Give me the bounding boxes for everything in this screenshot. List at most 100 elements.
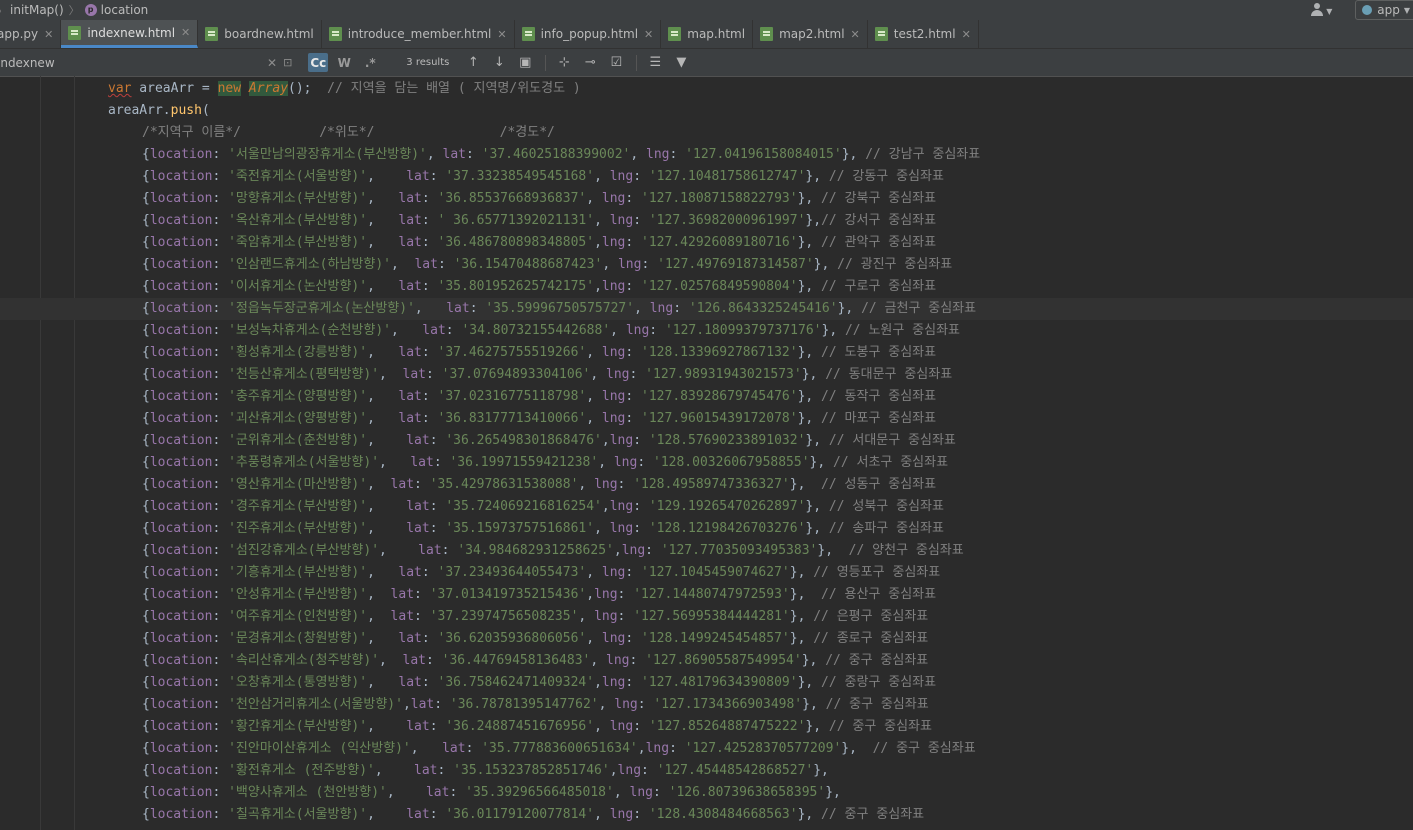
punctuation-token: : (212, 191, 229, 206)
comment-token: // 종로구 중심좌표 (805, 631, 929, 646)
code-line: {location: '천등산휴게소(평택방향)', lat: '37.0769… (0, 364, 1413, 386)
punctuation-token: , (410, 741, 443, 756)
remove-occurrence-icon[interactable]: ⊸ (580, 55, 600, 70)
punctuation-token: : (633, 521, 649, 536)
field-token: lat (406, 521, 430, 536)
filter-settings-icon[interactable]: ☰ (645, 55, 665, 70)
punctuation-token: : (414, 609, 430, 624)
close-icon[interactable]: ✕ (44, 28, 53, 41)
code-line: {location: '안성휴게소(부산방향)', lat: '37.01341… (0, 584, 1413, 606)
punctuation-token: : (429, 807, 446, 822)
search-input[interactable] (0, 55, 257, 70)
breadcrumb-item-initmap[interactable]: 〉 initMap() (0, 3, 64, 18)
code-line: {location: '옥산휴게소(부산방향)', lat: ' 36.6577… (0, 210, 1413, 232)
field-token: lng (609, 213, 634, 228)
close-icon[interactable]: ✕ (962, 28, 971, 41)
whole-words-toggle[interactable]: W (334, 53, 354, 72)
arrow-down-icon[interactable]: ↓ (489, 55, 509, 70)
brace-token: { (142, 719, 150, 734)
punctuation-token: }, (805, 521, 822, 536)
punctuation-token: , (634, 301, 650, 316)
field-token: location (149, 543, 213, 558)
tab-test2-html[interactable]: test2.html ✕ (868, 20, 979, 48)
punctuation-token: , (610, 323, 626, 338)
punctuation-token: , (630, 147, 647, 162)
field-token: location (149, 323, 213, 338)
punctuation-token: , (367, 719, 407, 734)
string-token: '36.85537668936837' (437, 191, 587, 206)
brace-token: { (142, 455, 150, 470)
add-occurrence-icon[interactable]: ⊹ (554, 55, 574, 70)
tab-map-html[interactable]: map.html (661, 20, 754, 48)
punctuation-token: : (669, 147, 686, 162)
close-icon[interactable]: ✕ (851, 28, 860, 41)
field-token: location (149, 609, 213, 624)
run-configuration-select[interactable]: app ▼ (1355, 0, 1413, 20)
string-token: ' 36.65771392021131' (437, 213, 595, 228)
code-line: {location: '정읍녹두장군휴게소(논산방향)', lat: '35.5… (0, 298, 1413, 320)
punctuation-token: , (367, 521, 407, 536)
field-token: location (149, 367, 213, 382)
code-editor[interactable]: var areaArr = new Array(); // 지역을 담는 배열 … (0, 78, 1413, 830)
string-token: '천안삼거리휴게소(서울방향)' (228, 697, 403, 712)
punctuation-token: , (594, 213, 610, 228)
tab-app-py[interactable]: app.py ✕ (0, 20, 62, 48)
punctuation-token: : (212, 235, 229, 250)
brace-token: { (142, 367, 150, 382)
field-token: location (149, 213, 213, 228)
field-token: lat (398, 213, 422, 228)
string-token: '36.15470488687423' (453, 257, 603, 272)
tab-map2-html[interactable]: map2.html ✕ (753, 20, 868, 48)
breadcrumb-item-location[interactable]: p location (84, 3, 148, 17)
punctuation-token: , (637, 741, 646, 756)
close-icon[interactable]: ✕ (181, 26, 190, 39)
tab-info-popup-html[interactable]: info_popup.html ✕ (515, 20, 662, 48)
identifier-token: areaArr. (108, 103, 171, 118)
regex-toggle[interactable]: .* (360, 53, 380, 72)
filter-icon[interactable]: ▼ (671, 55, 691, 70)
arrow-up-icon[interactable]: ↑ (463, 55, 483, 70)
punctuation-token: : (212, 631, 229, 646)
match-case-toggle[interactable]: Cc (308, 53, 329, 72)
tab-introduce-member-html[interactable]: introduce_member.html ✕ (322, 20, 515, 48)
punctuation-token: : (421, 565, 438, 580)
punctuation-token: : (617, 477, 634, 492)
punctuation-token: , (367, 279, 399, 294)
user-account-icon[interactable]: ▼ (1309, 2, 1332, 18)
punctuation-token: : (421, 389, 438, 404)
close-icon[interactable]: ✕ (497, 28, 506, 41)
comment-token: // 도봉구 중심좌표 (813, 345, 937, 360)
punctuation-token: : (633, 213, 649, 228)
field-token: location (149, 235, 213, 250)
punctuation-token: , (594, 807, 610, 822)
punctuation-token: : (421, 411, 438, 426)
clear-search-icon[interactable]: ✕ (267, 56, 277, 70)
comment-token: // 강남구 중심좌표 (857, 147, 981, 162)
string-token: '충주휴게소(양평방향)' (228, 389, 368, 404)
select-all-occurrences-icon[interactable]: ☑ (606, 55, 626, 70)
open-in-window-icon[interactable]: ▣ (515, 55, 535, 70)
punctuation-token: , (390, 257, 415, 272)
tab-boardnew-html[interactable]: boardnew.html (198, 20, 322, 48)
string-token: '127.18087158822793' (641, 191, 798, 206)
field-token: lat (398, 345, 422, 360)
tab-indexnew-html[interactable]: indexnew.html ✕ (61, 20, 199, 48)
punctuation-token: , (586, 587, 595, 602)
punctuation-token: : (433, 455, 450, 470)
punctuation-token: }, (805, 499, 822, 514)
toolbar-divider (545, 54, 547, 71)
comment-token: // 중랑구 중심좌표 (813, 675, 937, 690)
field-token: lng (609, 169, 634, 184)
property-icon: p (84, 4, 97, 16)
code-line: {location: '죽암휴게소(부산방향)', lat: '36.48678… (0, 232, 1413, 254)
search-history-icon[interactable]: ⊡ (283, 56, 292, 69)
punctuation-token: : (633, 433, 649, 448)
string-token: '36.265498301868476' (445, 433, 602, 448)
string-token: '진안마이산휴게소 (익산방향)' (228, 741, 411, 756)
string-token: '37.07694893304106' (441, 367, 591, 382)
close-icon[interactable]: ✕ (644, 28, 653, 41)
punctuation-token: , (590, 653, 607, 668)
punctuation-token: : (212, 587, 229, 602)
field-token: lat (442, 147, 466, 162)
